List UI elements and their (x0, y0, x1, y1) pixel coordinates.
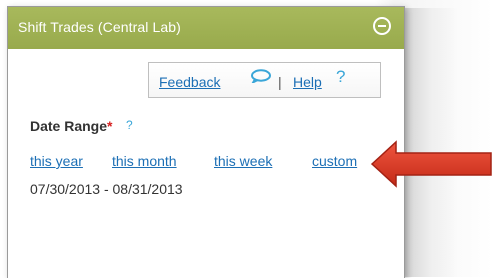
shift-trades-panel: Shift Trades (Central Lab) Feedback | He… (7, 6, 405, 278)
date-range-label-text: Date Range (30, 118, 108, 134)
panel-title: Shift Trades (Central Lab) (18, 19, 181, 35)
help-link[interactable]: Help (293, 74, 322, 90)
required-mark: * (107, 118, 113, 134)
date-range-help-icon[interactable]: ? (126, 118, 133, 132)
feedback-help-bar: Feedback | Help ? (148, 62, 381, 98)
link-separator: | (278, 74, 282, 90)
range-option-this-year[interactable]: this year (30, 153, 83, 169)
minus-circle-icon[interactable] (373, 17, 391, 35)
annotation-arrow (370, 140, 492, 188)
help-icon[interactable]: ? (336, 67, 345, 87)
range-option-this-week[interactable]: this week (214, 153, 272, 169)
feedback-link[interactable]: Feedback (159, 74, 220, 90)
panel-header: Shift Trades (Central Lab) (8, 7, 404, 49)
range-option-this-month[interactable]: this month (112, 153, 177, 169)
date-range-label: Date Range* (30, 118, 112, 134)
range-option-custom[interactable]: custom (312, 153, 357, 169)
date-range-value: 07/30/2013 - 08/31/2013 (30, 181, 183, 197)
speech-bubble-icon[interactable] (250, 69, 272, 83)
